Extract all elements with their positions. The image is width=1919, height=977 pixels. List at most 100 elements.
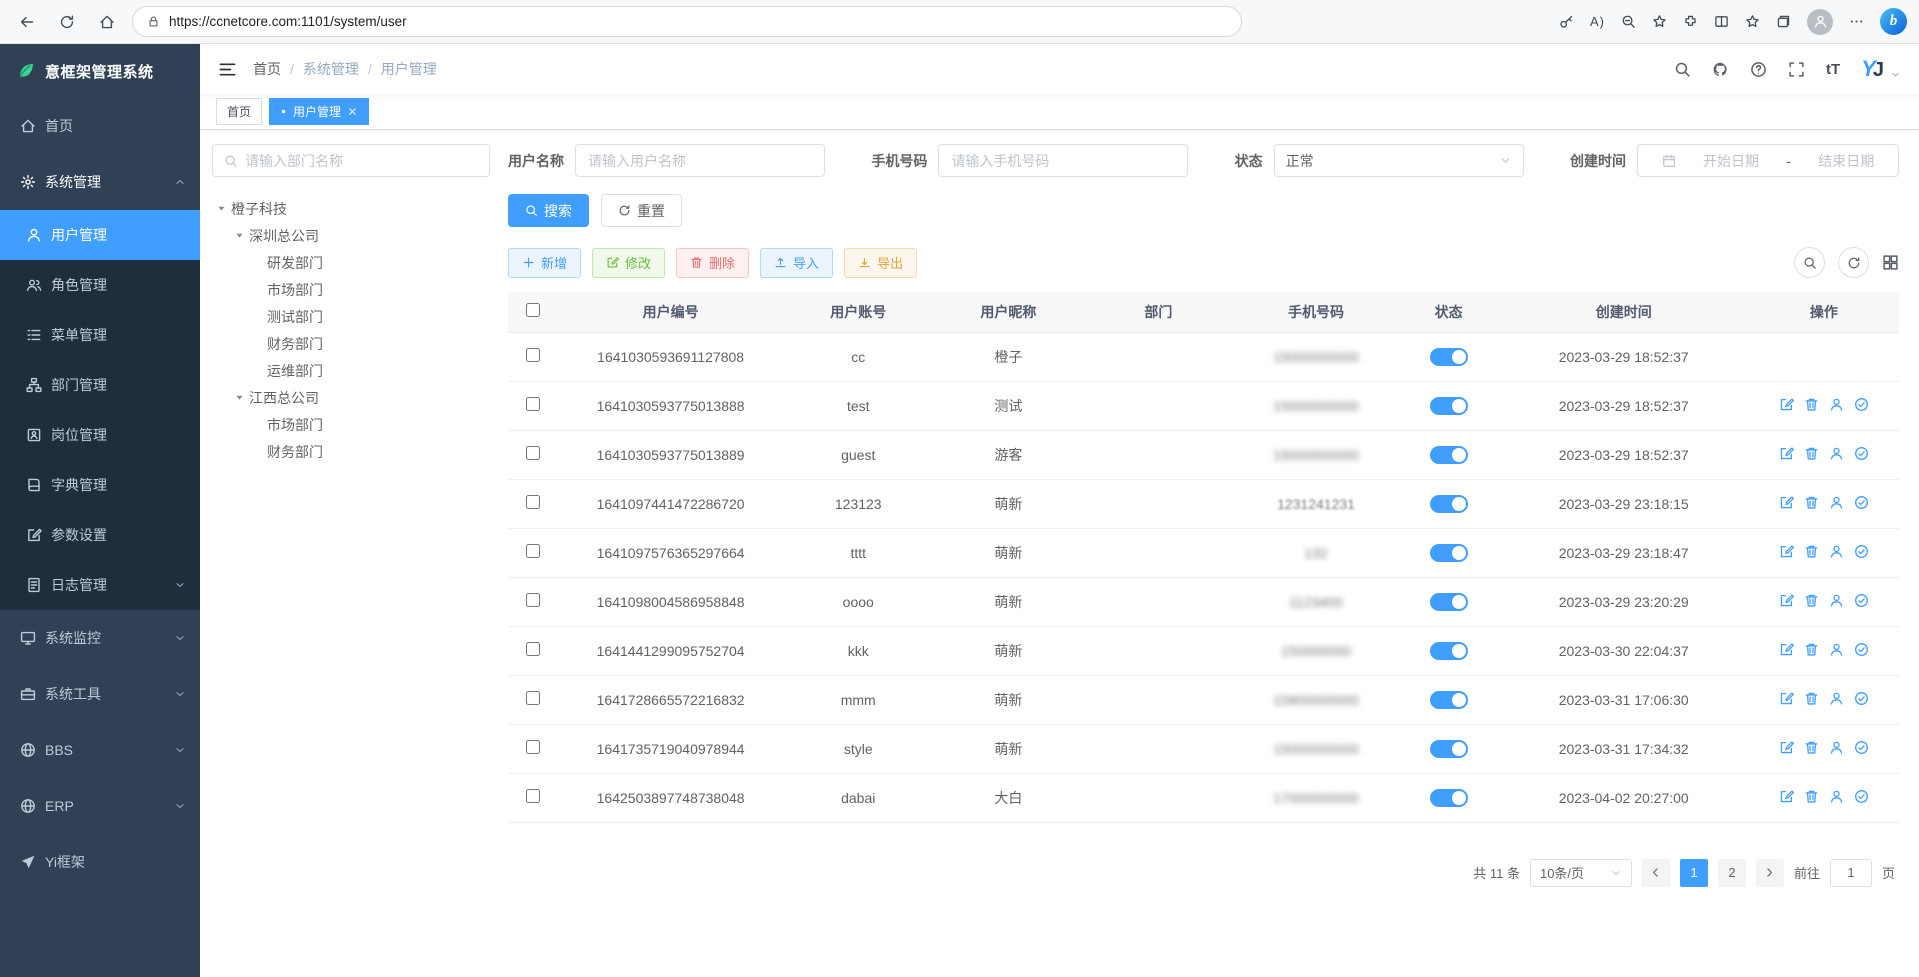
status-toggle[interactable] [1430, 789, 1468, 807]
tree-node[interactable]: 市场部门 [212, 411, 490, 438]
edit-icon[interactable] [1779, 544, 1794, 559]
tree-node[interactable]: 运维部门 [212, 357, 490, 384]
status-toggle[interactable] [1430, 544, 1468, 562]
delete-icon[interactable] [1804, 593, 1819, 608]
extensions-icon[interactable] [1683, 14, 1698, 29]
tab-首页[interactable]: 首页 [216, 98, 262, 125]
prev-page-button[interactable] [1642, 859, 1670, 887]
delete-button[interactable]: 删除 [676, 248, 749, 278]
next-page-button[interactable] [1756, 859, 1784, 887]
assign-role-icon[interactable] [1854, 642, 1869, 657]
sidebar-subitem-dept[interactable]: 部门管理 [0, 360, 200, 410]
status-select[interactable]: 正常 [1274, 144, 1524, 177]
split-screen-icon[interactable] [1714, 14, 1729, 29]
tree-node[interactable]: 研发部门 [212, 249, 490, 276]
status-toggle[interactable] [1430, 397, 1468, 415]
delete-icon[interactable] [1804, 544, 1819, 559]
edit-icon[interactable] [1779, 789, 1794, 804]
sidebar-item-tools[interactable]: 系统工具 [0, 666, 200, 722]
hamburger-icon[interactable] [218, 60, 237, 79]
sidebar-subitem-post[interactable]: 岗位管理 [0, 410, 200, 460]
assign-role-icon[interactable] [1854, 495, 1869, 510]
toggle-search-button[interactable] [1794, 247, 1825, 278]
search-button[interactable]: 搜索 [508, 194, 589, 227]
fullscreen-icon[interactable] [1788, 61, 1805, 78]
header-search-icon[interactable] [1674, 61, 1691, 78]
more-menu-icon[interactable] [1849, 14, 1864, 29]
modify-button[interactable]: 修改 [592, 248, 665, 278]
row-select-checkbox[interactable] [526, 642, 540, 656]
sidebar-subitem-role[interactable]: 角色管理 [0, 260, 200, 310]
delete-icon[interactable] [1804, 495, 1819, 510]
profile-avatar[interactable] [1807, 9, 1833, 35]
delete-icon[interactable] [1804, 691, 1819, 706]
export-button[interactable]: 导出 [844, 248, 917, 278]
page-size-select[interactable]: 10条/页 [1530, 859, 1632, 887]
edit-icon[interactable] [1779, 593, 1794, 608]
row-select-checkbox[interactable] [526, 789, 540, 803]
refresh-table-button[interactable] [1838, 247, 1869, 278]
edit-icon[interactable] [1779, 642, 1794, 657]
breadcrumb-home[interactable]: 首页 [253, 59, 281, 79]
row-select-checkbox[interactable] [526, 348, 540, 362]
tree-node[interactable]: 测试部门 [212, 303, 490, 330]
sidebar-item-yiframe[interactable]: Yi框架 [0, 834, 200, 890]
row-select-checkbox[interactable] [526, 495, 540, 509]
edit-icon[interactable] [1779, 691, 1794, 706]
reset-password-icon[interactable] [1829, 544, 1844, 559]
sidebar-subitem-user[interactable]: 用户管理 [0, 210, 200, 260]
username-input[interactable] [575, 144, 825, 177]
goto-page-input[interactable] [1830, 859, 1872, 887]
row-select-checkbox[interactable] [526, 593, 540, 607]
bing-chat-icon[interactable]: b [1880, 8, 1907, 35]
sidebar-subitem-param[interactable]: 参数设置 [0, 510, 200, 560]
read-aloud-button[interactable]: A) [1590, 14, 1605, 29]
status-toggle[interactable] [1430, 642, 1468, 660]
assign-role-icon[interactable] [1854, 446, 1869, 461]
password-key-icon[interactable] [1559, 14, 1574, 29]
assign-role-icon[interactable] [1854, 789, 1869, 804]
help-icon[interactable] [1750, 61, 1767, 78]
delete-icon[interactable] [1804, 397, 1819, 412]
delete-icon[interactable] [1804, 642, 1819, 657]
github-icon[interactable] [1712, 61, 1729, 78]
row-select-checkbox[interactable] [526, 446, 540, 460]
tree-node[interactable]: 江西总公司 [212, 384, 490, 411]
tab-用户管理[interactable]: 用户管理 [269, 98, 369, 125]
assign-role-icon[interactable] [1854, 397, 1869, 412]
assign-role-icon[interactable] [1854, 593, 1869, 608]
dept-search-input[interactable]: 请输入部门名称 [212, 144, 490, 177]
import-button[interactable]: 导入 [760, 248, 833, 278]
favorites-add-icon[interactable] [1652, 14, 1667, 29]
close-icon[interactable] [347, 106, 358, 117]
tree-node[interactable]: 市场部门 [212, 276, 490, 303]
select-all-checkbox[interactable] [526, 303, 540, 317]
sidebar-subitem-log[interactable]: 日志管理 [0, 560, 200, 610]
row-select-checkbox[interactable] [526, 691, 540, 705]
tree-node[interactable]: 深圳总公司 [212, 222, 490, 249]
reset-button[interactable]: 重置 [601, 194, 682, 227]
row-select-checkbox[interactable] [526, 544, 540, 558]
sidebar-item-home[interactable]: 首页 [0, 98, 200, 154]
delete-icon[interactable] [1804, 789, 1819, 804]
reset-password-icon[interactable] [1829, 593, 1844, 608]
reset-password-icon[interactable] [1829, 495, 1844, 510]
page-button-2[interactable]: 2 [1718, 859, 1746, 887]
reset-password-icon[interactable] [1829, 642, 1844, 657]
browser-refresh-icon[interactable] [52, 7, 82, 37]
assign-role-icon[interactable] [1854, 740, 1869, 755]
caret-down-icon[interactable] [230, 392, 249, 403]
status-toggle[interactable] [1430, 740, 1468, 758]
delete-icon[interactable] [1804, 446, 1819, 461]
assign-role-icon[interactable] [1854, 691, 1869, 706]
address-bar[interactable]: https://ccnetcore.com:1101/system/user [132, 6, 1242, 37]
reset-password-icon[interactable] [1829, 446, 1844, 461]
status-toggle[interactable] [1430, 495, 1468, 513]
status-toggle[interactable] [1430, 691, 1468, 709]
status-toggle[interactable] [1430, 593, 1468, 611]
caret-down-icon[interactable] [230, 230, 249, 241]
reset-password-icon[interactable] [1829, 397, 1844, 412]
font-size-button[interactable]: tT [1826, 61, 1840, 78]
page-button-1[interactable]: 1 [1680, 859, 1708, 887]
browser-home-icon[interactable] [92, 7, 122, 37]
